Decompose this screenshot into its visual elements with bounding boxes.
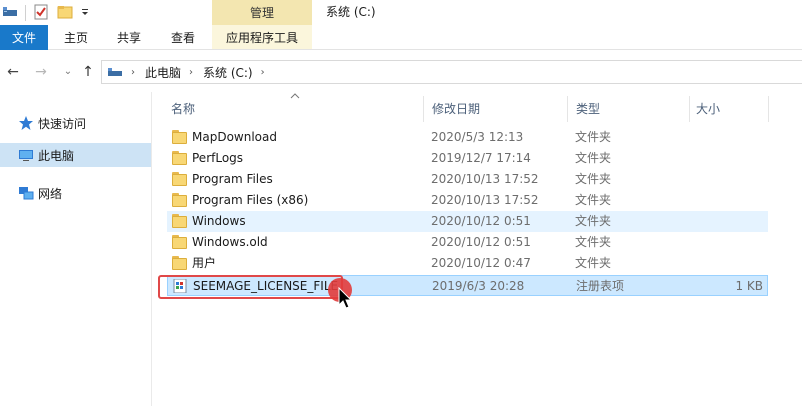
breadcrumb-separator-icon[interactable]: › — [189, 67, 193, 78]
file-date: 2020/10/12 0:51 — [431, 235, 531, 249]
sidebar-item-network[interactable]: 网络 — [0, 181, 151, 205]
folder-icon — [172, 151, 187, 165]
column-header-date-modified[interactable]: 修改日期 — [432, 100, 480, 117]
breadcrumb-c-drive[interactable]: 系统 (C:) — [203, 64, 253, 81]
sidebar-item-label: 此电脑 — [38, 148, 75, 163]
folder-icon — [172, 256, 187, 270]
file-name: Windows — [192, 214, 246, 228]
folder-icon — [172, 214, 187, 228]
file-explorer-window: 管理 系统 (C:) 文件 主页 共享 查看 应用程序工具 ← → ⌄ ↑ › … — [0, 0, 802, 406]
quick-access-toolbar — [0, 0, 95, 25]
star-icon — [18, 115, 34, 131]
tab-application-tools[interactable]: 应用程序工具 — [212, 25, 312, 50]
new-folder-icon[interactable] — [57, 4, 75, 22]
mouse-pointer-icon — [338, 287, 353, 309]
navigation-bar: ← → ⌄ ↑ › 此电脑 › 系统 (C:) › — [0, 56, 802, 88]
table-row[interactable]: 用户 2020/10/12 0:47 文件夹 — [167, 253, 768, 274]
file-date: 2020/10/12 0:47 — [431, 256, 531, 270]
breadcrumb-separator-icon[interactable]: › — [261, 67, 265, 78]
table-row[interactable]: Program Files 2020/10/13 17:52 文件夹 — [167, 169, 768, 190]
sort-ascending-icon — [290, 93, 300, 99]
file-type: 文件夹 — [575, 172, 612, 186]
file-type: 文件夹 — [575, 256, 612, 270]
file-date: 2020/5/3 12:13 — [431, 130, 524, 144]
table-row[interactable]: PerfLogs 2019/12/7 17:14 文件夹 — [167, 148, 768, 169]
file-name: Program Files — [192, 172, 273, 186]
file-type: 文件夹 — [575, 151, 612, 165]
column-divider[interactable] — [567, 96, 568, 122]
toolbar-divider — [25, 4, 26, 21]
manage-context-tab-group: 管理 — [212, 0, 312, 25]
column-header-type[interactable]: 类型 — [576, 100, 600, 117]
breadcrumb-separator-icon[interactable]: › — [131, 67, 135, 78]
tab-view[interactable]: 查看 — [158, 25, 208, 50]
column-header-size[interactable]: 大小 — [696, 100, 720, 117]
tab-share[interactable]: 共享 — [104, 25, 154, 50]
file-type: 文件夹 — [575, 193, 612, 207]
folder-icon — [172, 172, 187, 186]
file-name: Program Files (x86) — [192, 193, 309, 207]
computer-icon — [18, 147, 34, 163]
table-row[interactable]: Windows 2020/10/12 0:51 文件夹 — [167, 211, 768, 232]
file-name: MapDownload — [192, 130, 277, 144]
folder-icon — [172, 235, 187, 249]
file-type: 文件夹 — [575, 130, 612, 144]
file-size: 1 KB — [735, 279, 763, 293]
file-name: PerfLogs — [192, 151, 244, 165]
column-header-name[interactable]: 名称 — [171, 100, 195, 117]
table-row[interactable]: MapDownload 2020/5/3 12:13 文件夹 — [167, 127, 768, 148]
file-type: 注册表项 — [576, 279, 625, 293]
table-row[interactable]: Windows.old 2020/10/12 0:51 文件夹 — [167, 232, 768, 253]
folder-icon — [172, 193, 187, 207]
navigation-pane: 快速访问 此电脑 网络 — [0, 92, 152, 406]
ribbon-tabs: 文件 主页 共享 查看 应用程序工具 — [0, 25, 802, 50]
file-type: 文件夹 — [575, 235, 612, 249]
recent-locations-chevron-icon[interactable]: ⌄ — [60, 64, 76, 80]
file-date: 2019/12/7 17:14 — [431, 151, 531, 165]
file-date: 2020/10/12 0:51 — [431, 214, 531, 228]
sidebar-item-this-pc[interactable]: 此电脑 — [0, 143, 151, 167]
back-arrow-icon[interactable]: ← — [5, 64, 21, 80]
tab-file[interactable]: 文件 — [0, 25, 48, 50]
column-divider[interactable] — [689, 96, 690, 122]
annotation-highlight-box — [158, 275, 343, 299]
drive-icon[interactable] — [2, 4, 20, 22]
file-name: Windows.old — [192, 235, 268, 249]
column-headers: 名称 修改日期 类型 大小 — [153, 92, 802, 122]
title-bar: 管理 系统 (C:) — [0, 0, 802, 25]
file-date: 2019/6/3 20:28 — [432, 279, 525, 293]
file-name: 用户 — [192, 256, 217, 270]
folder-icon — [172, 130, 187, 144]
sidebar-item-quick-access[interactable]: 快速访问 — [0, 111, 151, 135]
properties-icon[interactable] — [33, 4, 51, 22]
file-date: 2020/10/13 17:52 — [431, 193, 539, 207]
breadcrumb-this-pc[interactable]: 此电脑 — [145, 64, 181, 81]
tab-home[interactable]: 主页 — [54, 25, 98, 50]
window-title: 系统 (C:) — [326, 5, 376, 19]
customize-toolbar-icon[interactable] — [77, 4, 95, 22]
file-type: 文件夹 — [575, 214, 612, 228]
table-row[interactable]: Program Files (x86) 2020/10/13 17:52 文件夹 — [167, 190, 768, 211]
forward-arrow-icon[interactable]: → — [33, 64, 49, 80]
drive-icon — [107, 65, 123, 79]
file-list: 名称 修改日期 类型 大小 MapDownload 2020/5/3 12:13… — [153, 92, 802, 406]
column-divider[interactable] — [423, 96, 424, 122]
network-icon — [18, 185, 34, 201]
sidebar-item-label: 网络 — [38, 186, 63, 201]
file-date: 2020/10/13 17:52 — [431, 172, 539, 186]
sidebar-item-label: 快速访问 — [38, 116, 87, 131]
address-bar[interactable]: › 此电脑 › 系统 (C:) › — [101, 60, 802, 84]
column-divider[interactable] — [768, 96, 769, 122]
up-arrow-icon[interactable]: ↑ — [80, 64, 96, 80]
